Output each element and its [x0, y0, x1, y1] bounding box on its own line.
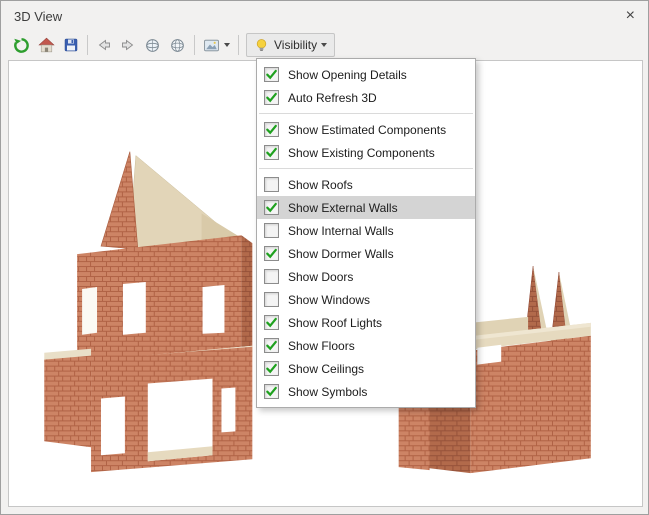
toolbar: Visibility	[9, 32, 336, 58]
lightbulb-icon	[254, 38, 269, 53]
toolbar-separator	[87, 35, 88, 55]
orbit-button[interactable]	[141, 33, 164, 57]
visibility-menu-item[interactable]: Auto Refresh 3D	[257, 86, 475, 109]
visibility-menu-item[interactable]: Show Internal Walls	[257, 219, 475, 242]
checkbox-icon	[264, 177, 279, 192]
home-view-button[interactable]	[35, 33, 58, 57]
checkbox-icon	[264, 384, 279, 399]
orbit-icon	[144, 37, 161, 54]
menu-separator	[259, 113, 473, 114]
annex-window-opening	[477, 345, 501, 365]
checkbox-icon	[264, 122, 279, 137]
menu-item-label: Show Internal Walls	[288, 224, 394, 238]
visibility-menu-item[interactable]: Show Opening Details	[257, 63, 475, 86]
chevron-down-icon	[321, 43, 327, 47]
main-house	[44, 152, 252, 473]
checkbox-icon	[264, 292, 279, 307]
window-opening	[203, 285, 225, 334]
upper-side-wall	[241, 235, 252, 350]
rotate-right-icon	[120, 37, 136, 53]
visibility-menu-item[interactable]: Show External Walls	[257, 196, 475, 219]
refresh-button[interactable]	[10, 33, 33, 57]
menu-item-label: Show Roof Lights	[288, 316, 382, 330]
menu-item-label: Show Existing Components	[288, 146, 435, 160]
checkbox-icon	[264, 269, 279, 284]
close-icon[interactable]: ×	[622, 6, 639, 26]
visibility-menu-item[interactable]: Show Symbols	[257, 380, 475, 403]
visibility-button[interactable]: Visibility	[246, 33, 335, 57]
rotate-right-button[interactable]	[117, 33, 139, 57]
visibility-menu-item[interactable]: Show Ceilings	[257, 357, 475, 380]
visibility-menu-item[interactable]: Show Roofs	[257, 173, 475, 196]
menu-item-label: Show External Walls	[288, 201, 398, 215]
checkbox-icon	[264, 246, 279, 261]
menu-item-label: Show Opening Details	[288, 68, 407, 82]
toolbar-separator	[194, 35, 195, 55]
checkbox-icon	[264, 200, 279, 215]
visibility-menu-item[interactable]: Show Doors	[257, 265, 475, 288]
checkbox-icon	[264, 67, 279, 82]
titlebar: 3D View ×	[1, 1, 648, 31]
3d-view-window: 3D View ×	[0, 0, 649, 515]
window-title: 3D View	[14, 9, 62, 24]
rotate-left-icon	[96, 37, 112, 53]
render-mode-button[interactable]	[200, 33, 233, 57]
render-mode-icon	[203, 37, 220, 54]
door-opening	[101, 396, 125, 455]
rotate-left-button[interactable]	[93, 33, 115, 57]
menu-item-label: Show Symbols	[288, 385, 367, 399]
menu-item-label: Show Windows	[288, 293, 370, 307]
visibility-menu-item[interactable]: Show Existing Components	[257, 141, 475, 164]
save-icon	[63, 37, 79, 53]
menu-separator	[259, 168, 473, 169]
visibility-menu-item[interactable]: Show Roof Lights	[257, 311, 475, 334]
toolbar-separator	[238, 35, 239, 55]
menu-item-label: Show Dormer Walls	[288, 247, 394, 261]
checkbox-icon	[264, 315, 279, 330]
balcony-wall	[44, 356, 91, 448]
checkbox-icon	[264, 361, 279, 376]
visibility-label: Visibility	[274, 38, 317, 52]
window-opening	[82, 287, 97, 335]
visibility-menu-item[interactable]: Show Floors	[257, 334, 475, 357]
checkbox-icon	[264, 90, 279, 105]
visibility-menu-item[interactable]: Show Estimated Components	[257, 118, 475, 141]
visibility-menu-item[interactable]: Show Dormer Walls	[257, 242, 475, 265]
chevron-down-icon	[224, 43, 230, 47]
home-icon	[38, 37, 55, 54]
menu-item-label: Show Doors	[288, 270, 353, 284]
menu-item-label: Show Estimated Components	[288, 123, 446, 137]
save-image-button[interactable]	[60, 33, 82, 57]
checkbox-icon	[264, 338, 279, 353]
refresh-icon	[13, 37, 30, 54]
window-opening	[221, 388, 235, 433]
menu-item-label: Show Ceilings	[288, 362, 364, 376]
menu-item-label: Auto Refresh 3D	[288, 91, 377, 105]
sphere-axes-icon	[169, 37, 186, 54]
menu-item-label: Show Roofs	[288, 178, 353, 192]
visibility-menu: Show Opening Details Auto Refresh 3D Sho	[256, 58, 476, 408]
checkbox-icon	[264, 145, 279, 160]
window-opening	[123, 282, 146, 335]
front-gable	[101, 152, 138, 250]
checkbox-icon	[264, 223, 279, 238]
zoom-extents-button[interactable]	[166, 33, 189, 57]
visibility-menu-item[interactable]: Show Windows	[257, 288, 475, 311]
menu-item-label: Show Floors	[288, 339, 355, 353]
